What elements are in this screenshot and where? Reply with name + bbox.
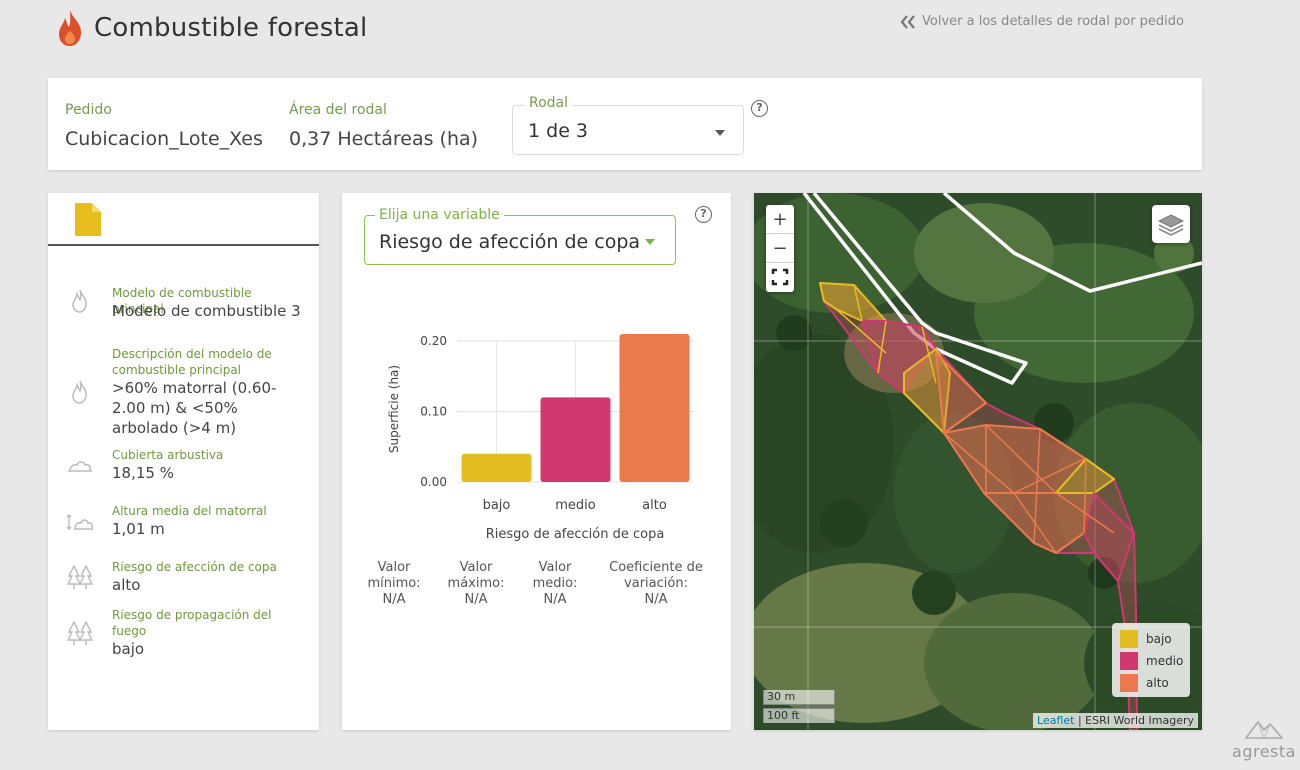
shrub-cover-icon (68, 461, 92, 472)
rodal-select-value: 1 de 3 (528, 120, 589, 142)
caret-down-icon (715, 130, 725, 136)
shrub-height-icon (66, 514, 93, 530)
variable-select[interactable]: Elija una variable Riesgo de afección de… (364, 207, 676, 265)
y-tick-label: 0.20 (420, 334, 447, 348)
page-title: Combustible forestal (94, 13, 368, 43)
legend-swatch (1120, 652, 1138, 670)
agresta-logo: agresta (1232, 718, 1296, 761)
bar-medio[interactable] (540, 397, 611, 482)
stat-label: Coeficiente de variación: (609, 560, 703, 591)
properties-header (48, 193, 319, 246)
variable-select-value: Riesgo de afección de copa (379, 231, 641, 253)
x-tick-label: alto (642, 498, 667, 513)
prop-value: 18,15 % (112, 464, 174, 482)
pedido-label: Pedido (65, 102, 112, 118)
legend-swatch (1120, 674, 1138, 692)
zoom-out-button[interactable]: − (766, 234, 794, 263)
legend-label: medio (1146, 654, 1184, 668)
area-label: Área del rodal (289, 102, 387, 118)
scale-bar-metric: 30 m (763, 690, 835, 705)
stat-value: N/A (543, 592, 567, 607)
legend-item-bajo: bajo (1120, 630, 1172, 648)
zoom-control: + − (766, 205, 794, 292)
legend-item-alto: alto (1120, 674, 1169, 692)
document-icon (75, 203, 101, 236)
double-chevron-left-icon (900, 14, 915, 29)
tree-canopy-icon (66, 564, 94, 589)
mountain-logo-icon (1244, 720, 1284, 739)
summary-card: Pedido Cubicacion_Lote_Xes Área del roda… (48, 78, 1202, 170)
chart-y-ticks: 0.00 0.10 0.20 (420, 334, 447, 489)
rodal-select[interactable]: Rodal 1 de 3 (512, 95, 744, 155)
prop-label: Cubierta arbustiva (112, 448, 224, 462)
back-link[interactable]: Volver a los detalles de rodal por pedid… (900, 14, 1184, 29)
prop-label: Riesgo de afección de copa (112, 560, 277, 574)
layers-button[interactable] (1152, 205, 1190, 243)
prop-value: bajo (112, 640, 145, 658)
area-value: 0,37 Hectáreas (ha) (289, 128, 479, 150)
properties-card: Modelo de combustible principal Modelo d… (48, 193, 319, 730)
y-tick-label: 0.00 (420, 475, 447, 489)
prop-label: Descripción del modelo de combustible pr… (112, 347, 272, 377)
stat-label: Valor medio: (532, 560, 578, 591)
prop-value: 1,01 m (112, 520, 165, 538)
stat-min: Valor mínimo: N/A (364, 560, 424, 608)
caret-down-icon (645, 239, 655, 245)
back-link-label: Volver a los detalles de rodal por pedid… (922, 14, 1184, 29)
prop-value: Modelo de combustible 3 (112, 302, 301, 320)
fire-icon (59, 10, 82, 46)
chart-x-label: Riesgo de afección de copa (486, 527, 665, 542)
map-legend: bajo medio alto (1112, 623, 1190, 697)
x-tick-label: medio (555, 498, 596, 513)
brand-name: agresta (1232, 742, 1296, 761)
tree-fire-spread-icon (66, 620, 94, 645)
prop-value: alto (112, 576, 141, 594)
variable-select-label: Elija una variable (375, 207, 504, 223)
stat-mean: Valor medio: N/A (528, 560, 582, 608)
stat-label: Valor máximo: (447, 560, 505, 591)
pedido-value: Cubicacion_Lote_Xes (65, 128, 263, 150)
scale-bar-imperial: 100 ft (763, 708, 835, 723)
legend-label: bajo (1146, 632, 1172, 646)
layers-icon (1157, 214, 1185, 236)
fullscreen-button[interactable] (766, 263, 794, 292)
bar-alto[interactable] (619, 333, 690, 482)
prop-value: >60% matorral (0.60-2.00 m) & <50% arbol… (112, 379, 277, 437)
stat-max: Valor máximo: N/A (445, 560, 507, 608)
bar-bajo[interactable] (461, 453, 532, 482)
fullscreen-icon (771, 268, 789, 286)
zoom-in-button[interactable]: + (766, 205, 794, 234)
help-icon[interactable]: ? (751, 100, 768, 117)
chart-x-ticks: bajo medio alto (483, 498, 667, 513)
x-tick-label: bajo (483, 498, 511, 513)
stat-value: N/A (464, 592, 488, 607)
stat-value: N/A (644, 592, 668, 607)
prop-label: Riesgo de propagación del fuego (112, 608, 272, 638)
chart-card: Elija una variable Riesgo de afección de… (342, 193, 731, 730)
stat-label: Valor mínimo: (367, 560, 421, 591)
page-header: Combustible forestal (56, 6, 367, 50)
leaflet-link[interactable]: Leaflet (1037, 714, 1074, 727)
y-tick-label: 0.10 (420, 405, 447, 419)
prop-label: Altura media del matorral (112, 504, 267, 518)
flame-outline-icon (72, 380, 87, 404)
stat-value: N/A (382, 592, 406, 607)
map-attribution: Leaflet | ESRI World Imagery (1033, 713, 1198, 728)
legend-item-medio: medio (1120, 652, 1183, 670)
bar-chart: 0.00 0.10 0.20 bajo medio alto Riesgo de afe… (387, 333, 694, 542)
flame-outline-icon (72, 289, 87, 313)
legend-swatch (1120, 630, 1138, 648)
attribution-text: | ESRI World Imagery (1077, 714, 1194, 727)
legend-label: alto (1146, 676, 1169, 690)
rodal-select-label: Rodal (525, 95, 573, 111)
stat-cv: Coeficiente de variación: N/A (606, 560, 706, 608)
chart-y-label: Superficie (ha) (387, 365, 401, 453)
help-icon[interactable]: ? (695, 206, 712, 223)
map-panel[interactable]: + − bajo medio alto 30 m 100 ft Leaflet … (754, 193, 1202, 730)
